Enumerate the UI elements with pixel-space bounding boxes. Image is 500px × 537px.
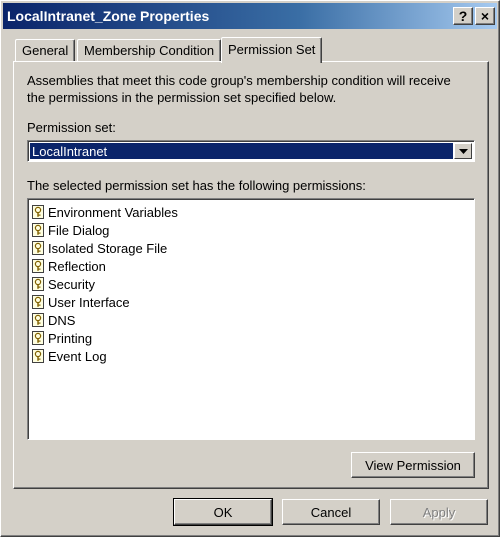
dropdown-button[interactable] <box>454 143 472 159</box>
tab-general[interactable]: General <box>15 39 76 61</box>
list-item[interactable]: User Interface <box>32 293 474 311</box>
permission-icon <box>32 241 44 255</box>
button-label: View Permission <box>365 457 461 473</box>
permission-set-label: Permission set: <box>27 120 116 135</box>
permission-label: Event Log <box>48 348 107 364</box>
list-item[interactable]: Event Log <box>32 347 474 365</box>
panel-description: Assemblies that meet this code group's m… <box>27 73 451 105</box>
help-button[interactable]: ? <box>453 7 473 25</box>
tab-label: Membership Condition <box>84 43 215 58</box>
permission-set-selected-value: LocalIntranet <box>30 143 453 159</box>
list-item[interactable]: DNS <box>32 311 474 329</box>
permissions-list-label: The selected permission set has the foll… <box>27 178 366 193</box>
title-bar[interactable]: LocalIntranet_Zone Properties ? × <box>3 3 497 29</box>
permission-label: User Interface <box>48 294 130 310</box>
apply-button: Apply <box>390 499 488 525</box>
button-label: OK <box>213 504 233 520</box>
permission-set-dropdown[interactable]: LocalIntranet <box>27 140 475 162</box>
permission-icon <box>32 277 44 291</box>
permission-icon <box>32 259 44 273</box>
permission-icon <box>32 331 44 345</box>
permission-label: File Dialog <box>48 222 110 238</box>
properties-dialog: LocalIntranet_Zone Properties ? × Genera… <box>0 0 500 537</box>
list-item[interactable]: Environment Variables <box>32 203 474 221</box>
permission-label: Security <box>48 276 95 292</box>
close-button[interactable]: × <box>475 7 495 25</box>
permission-icon <box>32 313 44 327</box>
list-item[interactable]: Isolated Storage File <box>32 239 474 257</box>
permission-icon <box>32 223 44 237</box>
list-item[interactable]: Reflection <box>32 257 474 275</box>
view-permission-button[interactable]: View Permission <box>351 452 475 478</box>
help-icon: ? <box>458 8 468 24</box>
permission-label: Isolated Storage File <box>48 240 168 256</box>
ok-button[interactable]: OK <box>173 498 273 526</box>
tab-permission-set[interactable]: Permission Set <box>221 37 323 63</box>
permission-icon <box>32 205 44 219</box>
close-icon: × <box>480 8 490 24</box>
permission-icon <box>32 349 44 363</box>
list-item[interactable]: Printing <box>32 329 474 347</box>
tab-label: General <box>22 43 69 58</box>
list-item[interactable]: Security <box>32 275 474 293</box>
chevron-down-icon <box>458 148 468 154</box>
permission-label: Printing <box>48 330 93 346</box>
list-item[interactable]: File Dialog <box>32 221 474 239</box>
cancel-button[interactable]: Cancel <box>282 499 380 525</box>
permission-icon <box>32 295 44 309</box>
button-label: Apply <box>422 504 456 520</box>
tab-label: Permission Set <box>228 42 316 57</box>
permissions-list[interactable]: Environment Variables File Dialog Isolated… <box>27 198 475 440</box>
tab-membership-condition[interactable]: Membership Condition <box>77 39 222 61</box>
permission-label: Environment Variables <box>48 204 178 220</box>
permission-label: DNS <box>48 312 76 328</box>
permission-label: Reflection <box>48 258 106 274</box>
permission-set-panel: Assemblies that meet this code group's m… <box>13 61 489 489</box>
window-title: LocalIntranet_Zone Properties <box>7 8 210 24</box>
button-label: Cancel <box>310 504 352 520</box>
